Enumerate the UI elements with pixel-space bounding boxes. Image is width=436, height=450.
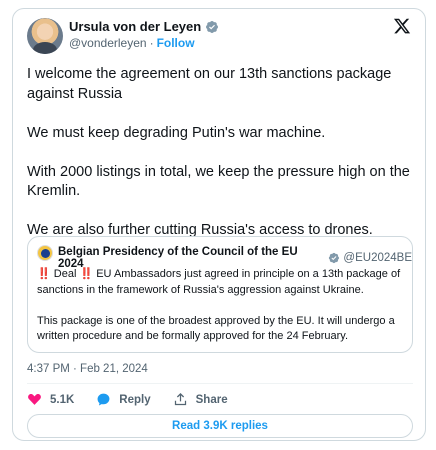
follow-button[interactable]: Follow [157,36,195,50]
like-count: 5.1K [50,393,75,406]
quote-author-handle: @EU2024BE [343,252,412,264]
quote-body: ‼️ Deal ‼️ EU Ambassadors just agreed in… [37,267,409,360]
author-name[interactable]: Ursula von der Leyen [69,19,201,34]
author-avatar[interactable] [27,18,63,54]
quote-author-avatar [37,245,53,261]
author-name-row: Ursula von der Leyen [69,19,219,34]
verified-badge-icon [206,20,219,33]
quote-deal-word: Deal [53,268,77,280]
double-exclamation-icon: ‼️ [79,268,94,280]
tweet-paragraph: I welcome the agreement on our 13th sanc… [27,66,392,102]
share-button[interactable]: Share [173,392,228,407]
verified-badge-icon [328,252,339,264]
reply-icon [97,393,110,406]
double-exclamation-icon: ‼️ [37,268,51,280]
action-bar: 5.1K Reply Share [27,392,250,407]
tweet-card: Ursula von der Leyen @vonderleyen · Foll… [12,8,426,441]
tweet-paragraph: We must keep degrading Putin's war machi… [27,124,326,141]
tweet-paragraph: With 2000 listings in total, we keep the… [27,163,410,200]
quoted-tweet[interactable]: Belgian Presidency of the Council of the… [27,236,413,353]
reply-label: Reply [119,393,151,406]
quote-paragraph: This package is one of the broadest appr… [37,314,395,343]
heart-icon [28,394,41,405]
share-icon [174,392,186,406]
like-button[interactable]: 5.1K [27,392,74,407]
quote-paragraph: ‼️ Deal ‼️ EU Ambassadors just agreed in… [37,267,409,298]
divider [27,383,413,384]
author-handle-row: @vonderleyen · Follow [69,36,195,50]
author-handle[interactable]: @vonderleyen [69,36,147,50]
share-label: Share [195,393,228,406]
tweet-text: I welcome the agreement on our 13th sanc… [27,65,419,260]
x-logo-icon[interactable] [393,17,411,35]
read-replies-button[interactable]: Read 3.9K replies [27,414,413,438]
reply-button[interactable]: Reply [96,392,151,407]
tweet-timestamp[interactable]: 4:37 PM · Feb 21, 2024 [27,363,148,375]
handle-separator: · [149,36,154,50]
